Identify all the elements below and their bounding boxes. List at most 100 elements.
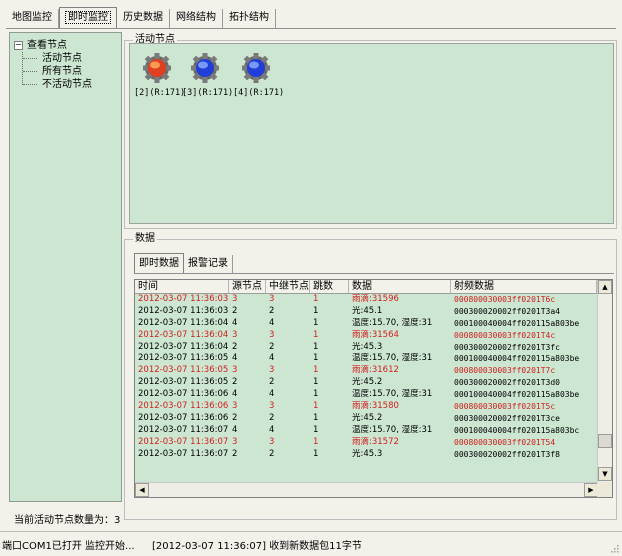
cell-data: 雨滴:31580 [352, 401, 399, 412]
table-row[interactable]: 2012-03-07 11:36:05 2 2 1 光:45.2 000300020002… [135, 377, 612, 389]
data-tab-divider [134, 273, 614, 274]
port-status: 端口COM1已打开 监控开始... [2, 541, 135, 552]
cell-relay-node: 4 [269, 353, 275, 364]
cell-time: 2012-03-07 11:36:03 [138, 294, 229, 304]
cell-source-node: 4 [232, 424, 238, 435]
gear-red-node-icon [143, 53, 171, 83]
tree-root-view-nodes[interactable]: − 查看节点 [14, 39, 92, 52]
cell-source-node: 3 [232, 294, 238, 304]
vertical-scrollbar[interactable]: ▲ ▼ [597, 280, 612, 482]
table-row[interactable]: 2012-03-07 11:36:05 3 3 1 雨滴:31612 0008000300… [135, 365, 612, 377]
cell-data: 温度:15.70, 湿度:31 [352, 353, 433, 364]
tab-topology-structure[interactable]: 拓扑结构 [223, 9, 276, 28]
tab-divider [6, 28, 616, 29]
table-row[interactable]: 2012-03-07 11:36:06 3 3 1 雨滴:31580 0008000300… [135, 401, 612, 413]
table-row[interactable]: 2012-03-07 11:36:05 4 4 1 温度:15.70, 湿度:31 000… [135, 353, 612, 365]
tab-network-structure[interactable]: 网络结构 [170, 9, 223, 28]
cell-rf-data: 000300020002ff0201T3a4 [454, 306, 560, 316]
cell-hops: 1 [313, 401, 319, 412]
node-2[interactable]: [2](R:171) [134, 52, 186, 98]
col-header-source-node[interactable]: 源节点 [229, 280, 266, 293]
active-node-count: 当前活动节点数量为：3 [14, 515, 121, 526]
cell-time: 2012-03-07 11:36:07 [138, 424, 229, 435]
resize-grip-icon[interactable] [609, 543, 619, 553]
cell-source-node: 3 [232, 365, 238, 376]
tab-realtime-monitor-label: 即时监控 [65, 11, 111, 24]
cell-hops: 1 [313, 412, 319, 423]
cell-data: 雨滴:31612 [352, 365, 399, 376]
tab-realtime-data[interactable]: 即时数据 [134, 253, 184, 273]
gear-blue-node-icon [191, 53, 219, 83]
table-row[interactable]: 2012-03-07 11:36:07 2 2 1 光:45.3 000300020002… [135, 449, 612, 461]
cell-data: 雨滴:31572 [352, 436, 399, 447]
tree-item-all-nodes[interactable]: 所有节点 [14, 65, 92, 78]
col-header-rf-data[interactable]: 射频数据 [451, 280, 597, 293]
realtime-data-table: 时间 源节点 中继节点 跳数 数据 射频数据 2012-03-07 11:36:… [134, 279, 613, 498]
col-header-time[interactable]: 时间 [135, 280, 229, 293]
tree-item-inactive-nodes[interactable]: 不活动节点 [14, 78, 92, 91]
cell-relay-node: 4 [269, 317, 275, 328]
cell-source-node: 2 [232, 305, 238, 316]
node-2-label: [2](R:171) [134, 88, 186, 98]
table-row[interactable]: 2012-03-07 11:36:06 2 2 1 光:45.2 000300020002… [135, 413, 612, 425]
tab-alarm-records[interactable]: 报警记录 [184, 255, 233, 273]
cell-rf-data: 000300020002ff0201T3d0 [454, 378, 560, 388]
cell-data: 温度:15.70, 湿度:31 [352, 389, 433, 400]
cell-time: 2012-03-07 11:36:06 [138, 412, 229, 423]
cell-source-node: 2 [232, 377, 238, 388]
cell-rf-data: 000800030003ff0201T5c [454, 402, 556, 412]
scroll-thumb[interactable] [598, 434, 612, 448]
cell-relay-node: 3 [269, 436, 275, 447]
cell-data: 光:45.3 [352, 341, 383, 352]
cell-data: 光:45.1 [352, 305, 383, 316]
node-4[interactable]: [4](R:171) [233, 52, 285, 98]
cell-relay-node: 4 [269, 389, 275, 400]
cell-relay-node: 2 [269, 341, 275, 352]
cell-source-node: 2 [232, 412, 238, 423]
node-4-label: [4](R:171) [233, 88, 285, 98]
active-nodes-canvas: [2](R:171) [3](R:171) [4](R:171) [129, 43, 614, 224]
col-header-data[interactable]: 数据 [349, 280, 451, 293]
collapse-icon[interactable]: − [14, 41, 23, 50]
cell-hops: 1 [313, 436, 319, 447]
cell-time: 2012-03-07 11:36:07 [138, 448, 229, 459]
table-row[interactable]: 2012-03-07 11:36:07 4 4 1 温度:15.70, 湿度:31 000… [135, 425, 612, 437]
horizontal-scrollbar[interactable]: ◀ ▶ [135, 482, 612, 497]
cell-relay-node: 3 [269, 329, 275, 340]
main-tab-bar: 地图监控 即时监控 历史数据 网络结构 拓扑结构 [6, 6, 276, 29]
table-row[interactable]: 2012-03-07 11:36:04 4 4 1 温度:15.70, 湿度:31 000… [135, 318, 612, 330]
cell-rf-data: 000800030003ff0201T7c [454, 366, 556, 376]
cell-rf-data: 000800030003ff0201T6c [454, 295, 556, 304]
table-row[interactable]: 2012-03-07 11:36:04 2 2 1 光:45.3 000300020002… [135, 342, 612, 354]
scroll-right-button[interactable]: ▶ [584, 483, 598, 497]
col-header-hops[interactable]: 跳数 [310, 280, 349, 293]
scrollbar-corner [597, 482, 612, 497]
cell-rf-data: 000100040004ff020115a803be [454, 354, 580, 364]
node-3[interactable]: [3](R:171) [182, 52, 233, 98]
cell-data: 光:45.2 [352, 377, 383, 388]
table-row[interactable]: 2012-03-07 11:36:04 3 3 1 雨滴:31564 0008000300… [135, 330, 612, 342]
table-row[interactable]: 2012-03-07 11:36:07 3 3 1 雨滴:31572 0008000300… [135, 437, 612, 449]
cell-hops: 1 [313, 294, 319, 304]
status-bar: 端口COM1已打开 监控开始... [2012-03-07 11:36:07] … [0, 531, 622, 556]
table-row[interactable]: 2012-03-07 11:36:03 2 2 1 光:45.1 000300020002… [135, 306, 612, 318]
col-header-relay-node[interactable]: 中继节点 [266, 280, 310, 293]
table-row[interactable]: 2012-03-07 11:36:03 3 3 1 雨滴:31596 0008000300… [135, 294, 612, 306]
cell-source-node: 4 [232, 353, 238, 364]
cell-time: 2012-03-07 11:36:06 [138, 389, 229, 400]
scroll-left-button[interactable]: ◀ [135, 483, 149, 497]
cell-hops: 1 [313, 353, 319, 364]
tab-history-data[interactable]: 历史数据 [117, 9, 170, 28]
scroll-down-button[interactable]: ▼ [598, 467, 612, 481]
scroll-up-button[interactable]: ▲ [598, 280, 612, 294]
cell-relay-node: 4 [269, 424, 275, 435]
cell-hops: 1 [313, 377, 319, 388]
cell-data: 雨滴:31596 [352, 294, 399, 304]
tree-item-active-nodes[interactable]: 活动节点 [14, 52, 92, 65]
tab-realtime-monitor[interactable]: 即时监控 [59, 7, 117, 29]
cell-data: 温度:15.70, 湿度:31 [352, 424, 433, 435]
cell-time: 2012-03-07 11:36:05 [138, 353, 229, 364]
table-row[interactable]: 2012-03-07 11:36:06 4 4 1 温度:15.70, 湿度:31 000… [135, 389, 612, 401]
tab-map-monitor[interactable]: 地图监控 [6, 9, 59, 28]
cell-source-node: 3 [232, 401, 238, 412]
